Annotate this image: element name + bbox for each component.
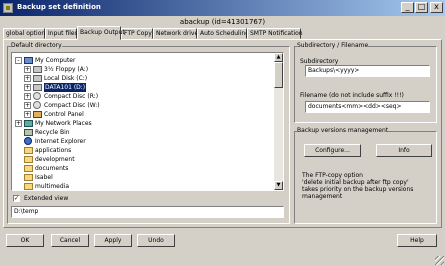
tab-global-options[interactable]: global options	[3, 28, 48, 39]
tree-node-label: Isabel	[35, 174, 53, 181]
apply-button[interactable]: Apply	[94, 234, 132, 247]
expand-toggle[interactable]: +	[24, 93, 31, 100]
maximize-button[interactable]: □	[415, 2, 428, 13]
tree-scrollbar[interactable]: ▲ ▼	[274, 53, 283, 190]
tree-node-label: applications	[35, 147, 72, 154]
tab-ftp-copy[interactable]: FTP Copy	[121, 28, 153, 39]
control-panel-icon	[33, 111, 42, 118]
tree-node-label-selected: DATA101 (D:)	[44, 83, 87, 92]
subdirectory-label: Subdirectory	[300, 58, 339, 65]
close-button[interactable]: x	[430, 2, 443, 13]
directory-tree[interactable]: ▲ ▼ - My Computer + 3½ Floppy (A:) + Loc…	[11, 52, 284, 191]
tree-node-label: Internet Explorer	[35, 138, 86, 145]
folder-icon	[24, 183, 33, 190]
versions-note-line-4: management	[302, 193, 343, 200]
folder-icon	[24, 156, 33, 163]
cancel-button[interactable]: Cancel	[51, 234, 89, 247]
scroll-up-button[interactable]: ▲	[274, 53, 283, 62]
subdirectory-input[interactable]: Backups\<yyyy>	[305, 65, 430, 77]
tree-node-label: documents	[35, 165, 69, 172]
tree-node-label: multimedia	[35, 183, 70, 190]
app-icon	[3, 3, 13, 13]
versions-note-line-1: The FTP-copy option	[302, 172, 363, 179]
extended-view-checkbox[interactable]: ✓	[13, 195, 20, 202]
expand-toggle[interactable]: +	[24, 84, 31, 91]
expand-toggle[interactable]: +	[15, 120, 22, 127]
versions-note-line-2: 'delete initial backup after ftp copy'	[302, 179, 409, 186]
info-button[interactable]: Info	[376, 144, 432, 157]
path-input[interactable]: D:\temp	[11, 206, 284, 218]
resize-grip[interactable]	[435, 256, 444, 265]
minimize-button[interactable]: _	[401, 2, 414, 13]
tree-node-label: Recycle Bin	[35, 129, 70, 136]
filename-input[interactable]: documents<mm><dd><seq>	[305, 101, 430, 113]
drive-icon	[33, 84, 42, 91]
window-title: Backup set definition	[17, 3, 101, 11]
tree-node-label: Local Disk (C:)	[44, 75, 88, 82]
title-bar: Backup set definition _ □ x	[0, 0, 445, 16]
tab-auto-scheduling[interactable]: Auto Scheduling	[197, 28, 249, 39]
extended-view-label: Extended view	[24, 195, 69, 202]
folder-icon	[24, 174, 33, 181]
expand-toggle[interactable]: +	[24, 102, 31, 109]
recycle-bin-icon	[24, 129, 33, 136]
tree-node-label: Compact Disc (R:)	[44, 93, 99, 100]
expand-toggle[interactable]: +	[24, 75, 31, 82]
configure-button[interactable]: Configure...	[304, 144, 361, 157]
floppy-icon	[33, 66, 42, 73]
subdirectory-group-label: Subdirectory / Filename	[297, 42, 369, 49]
help-button[interactable]: Help	[397, 234, 437, 247]
tree-node-label: Compact Disc (W:)	[44, 102, 100, 109]
scroll-down-button[interactable]: ▼	[274, 181, 283, 190]
versions-group-label: Backup versions management	[297, 127, 389, 134]
expand-toggle[interactable]: +	[24, 111, 31, 118]
tab-backup-output[interactable]: Backup Output	[77, 26, 125, 40]
folder-icon	[24, 165, 33, 172]
collapse-toggle[interactable]: -	[15, 57, 22, 64]
default-directory-label: Default directory	[11, 42, 62, 49]
tree-node-label: development	[35, 156, 75, 163]
expand-toggle[interactable]: +	[24, 66, 31, 73]
tree-node-label: My Network Places	[35, 120, 92, 127]
drive-icon	[33, 75, 42, 82]
scroll-thumb[interactable]	[274, 62, 283, 88]
tab-network-drives[interactable]: Network drives	[153, 28, 201, 39]
filename-label: Filename (do not include suffix !!!)	[300, 92, 404, 99]
undo-button[interactable]: Undo	[137, 234, 175, 247]
tree-node-label: Control Panel	[44, 111, 84, 118]
internet-explorer-icon	[24, 137, 32, 145]
computer-icon	[24, 57, 33, 64]
tree-node-label: My Computer	[35, 57, 76, 64]
backup-set-header: abackup (id=41301767)	[179, 18, 266, 26]
network-icon	[24, 120, 33, 127]
tree-node-label: 3½ Floppy (A:)	[44, 66, 89, 73]
cd-icon	[33, 92, 41, 100]
tab-smtp-notification[interactable]: SMTP Notification	[247, 28, 303, 39]
folder-icon	[24, 147, 33, 154]
versions-note-line-3: takes priority on the backup versions	[302, 186, 414, 193]
tab-input-files[interactable]: Input files	[45, 28, 78, 39]
cd-icon	[33, 101, 41, 109]
ok-button[interactable]: OK	[6, 234, 44, 247]
